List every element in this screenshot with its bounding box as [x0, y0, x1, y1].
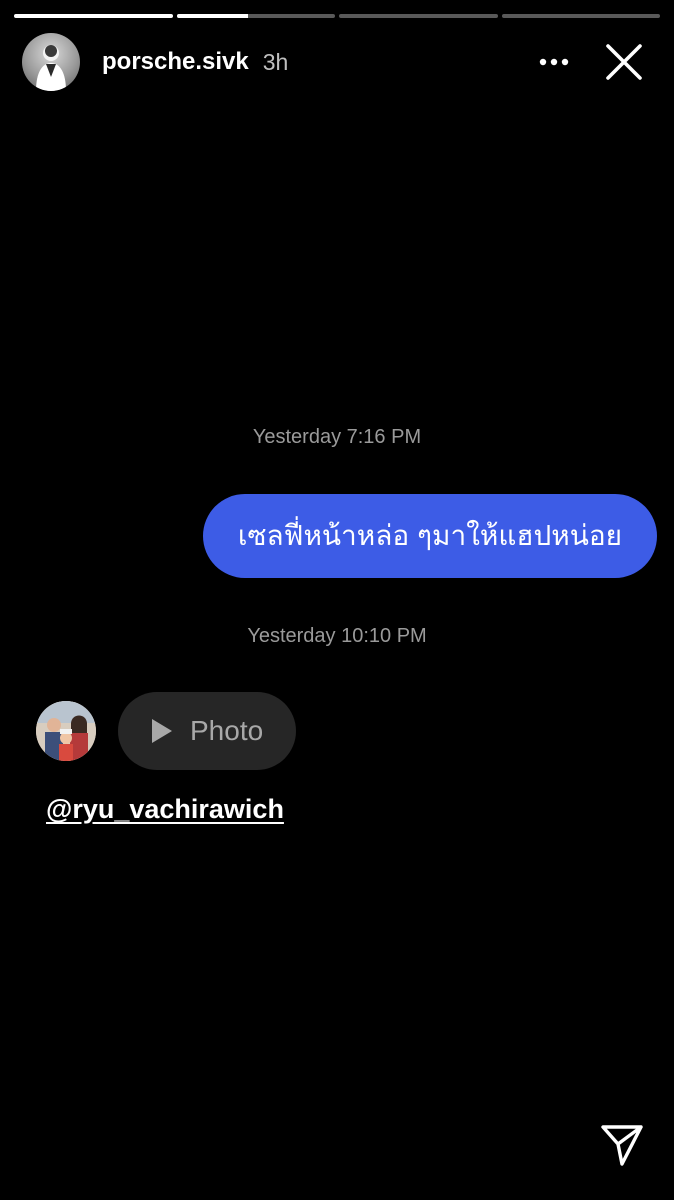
story-progress-bar: [14, 14, 660, 18]
sent-message-bubble: เซลฟี่หน้าหล่อ ๆมาให้แฮปหน่อย: [203, 494, 657, 578]
more-horizontal-icon: [539, 58, 569, 66]
received-message-row: Photo: [36, 692, 296, 770]
story-time-ago: 3h: [262, 48, 289, 75]
more-options-button[interactable]: [536, 46, 572, 78]
photo-label: Photo: [190, 715, 264, 746]
progress-segment: [501, 14, 660, 18]
message-timestamp: Yesterday 7:16 PM: [252, 426, 422, 448]
send-icon: [601, 1125, 643, 1166]
progress-fill: [14, 14, 173, 18]
sender-avatar-image: [36, 701, 96, 761]
story-header: porsche.sivk 3h: [22, 32, 660, 92]
username[interactable]: porsche.sivk: [102, 48, 249, 76]
progress-segment: [339, 14, 498, 18]
play-icon: [152, 719, 172, 743]
avatar-image: [36, 45, 66, 91]
message-timestamp: Yesterday 10:10 PM: [247, 625, 427, 647]
close-button[interactable]: [602, 40, 646, 84]
progress-segment: [176, 14, 335, 18]
progress-segment: [14, 14, 173, 18]
mention-sticker[interactable]: @ryu_vachirawich: [46, 794, 284, 825]
share-button[interactable]: [598, 1122, 646, 1168]
progress-fill: [176, 14, 248, 18]
close-icon: [606, 44, 642, 80]
sender-avatar[interactable]: [36, 701, 96, 761]
avatar[interactable]: [22, 33, 80, 91]
received-photo-message[interactable]: Photo: [118, 692, 296, 770]
